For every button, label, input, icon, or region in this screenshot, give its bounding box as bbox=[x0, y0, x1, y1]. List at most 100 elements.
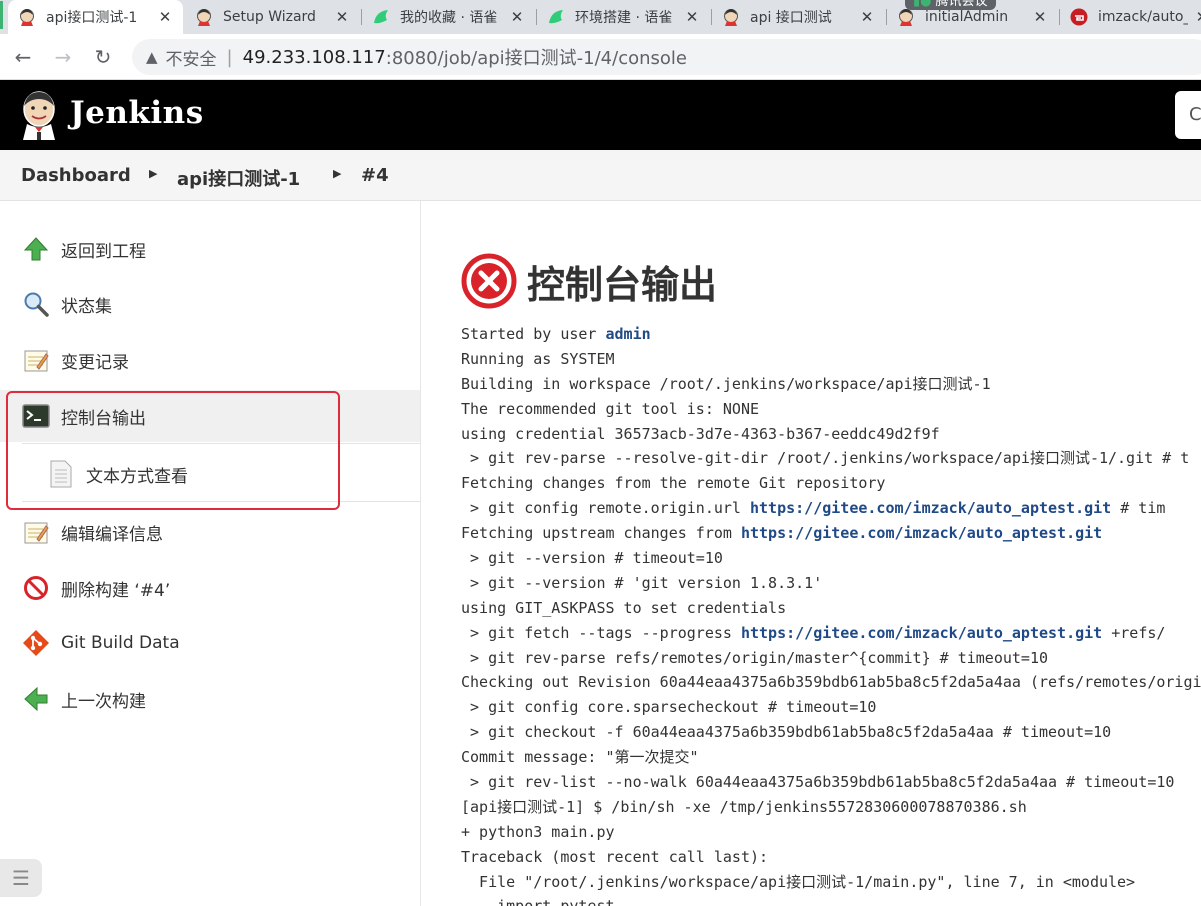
git-icon bbox=[22, 629, 50, 657]
jenkins-icon bbox=[722, 8, 740, 26]
reload-icon: ↻ bbox=[94, 45, 112, 69]
console-text: import pytest bbox=[461, 897, 614, 906]
console-text: > git --version # 'git version 1.8.3.1' bbox=[461, 573, 823, 592]
console-text: using GIT_ASKPASS to set credentials bbox=[461, 598, 787, 617]
console-text: Commit message: "第一次提交" bbox=[461, 748, 699, 767]
breadcrumb-dashboard[interactable]: Dashboard bbox=[21, 165, 131, 186]
console-line: > git --version # 'git version 1.8.3.1' bbox=[461, 571, 1201, 596]
breadcrumb-chevron-icon[interactable]: ▶ bbox=[333, 167, 341, 180]
tab-separator bbox=[361, 9, 362, 25]
console-text: > git rev-parse refs/remotes/origin/mast… bbox=[461, 648, 1048, 667]
forward-arrow-icon: → bbox=[54, 45, 72, 69]
console-text: Fetching changes from the remote Git rep… bbox=[461, 474, 886, 493]
left-arrow-icon bbox=[22, 685, 50, 713]
console-line: > git rev-parse --resolve-git-dir /root/… bbox=[461, 446, 1201, 471]
breadcrumb-chevron-icon[interactable]: ▶ bbox=[149, 167, 157, 180]
console-line: Checking out Revision 60a44eaa4375a6b359… bbox=[461, 670, 1201, 695]
console-line: > git fetch --tags --progress https://gi… bbox=[461, 621, 1201, 646]
floating-menu-widget[interactable]: ☰ bbox=[0, 859, 42, 897]
reload-button[interactable]: ↻ bbox=[88, 42, 118, 72]
sidebar-item-changes[interactable]: 变更记录 bbox=[0, 334, 420, 386]
jenkins-logo-icon[interactable] bbox=[18, 90, 60, 140]
console-line: > git --version # timeout=10 bbox=[461, 546, 1201, 571]
yuque-icon bbox=[372, 8, 390, 26]
tab-label: Setup Wizard bbox=[223, 9, 316, 25]
console-line: import pytest bbox=[461, 894, 1201, 906]
browser-tab[interactable]: api接口测试-1 ✕ bbox=[8, 0, 183, 34]
browser-tab[interactable]: Setup Wizard ✕ bbox=[185, 0, 360, 34]
close-icon[interactable]: ✕ bbox=[684, 8, 700, 26]
back-button[interactable]: ← bbox=[8, 42, 38, 72]
console-text: +refs/ bbox=[1102, 623, 1166, 642]
jenkins-icon bbox=[195, 8, 213, 26]
sidebar-item-edit-build-info[interactable]: 编辑编译信息 bbox=[0, 506, 420, 558]
console-text: using credential 36573acb-3d7e-4363-b367… bbox=[461, 424, 940, 443]
console-text: + python3 main.py bbox=[461, 822, 615, 841]
console-text: The recommended git tool is: NONE bbox=[461, 399, 760, 418]
console-text: > git rev-parse --resolve-git-dir /root/… bbox=[461, 449, 1190, 468]
breadcrumb-build[interactable]: #4 bbox=[361, 165, 389, 186]
jenkins-title[interactable]: Jenkins bbox=[70, 95, 204, 131]
browser-tab[interactable]: imzack/auto_ ✕ bbox=[1060, 0, 1201, 34]
sidebar-item-back-to-project[interactable]: 返回到工程 bbox=[0, 223, 420, 275]
sidebar-item-previous-build[interactable]: 上一次构建 bbox=[0, 673, 420, 725]
close-icon[interactable]: ✕ bbox=[509, 8, 525, 26]
console-line: File "/root/.jenkins/workspace/api接口测试-1… bbox=[461, 870, 1201, 895]
jenkins-header: Jenkins C bbox=[0, 80, 1201, 150]
console-link[interactable]: admin bbox=[606, 325, 651, 343]
console-text: > git checkout -f 60a44eaa4375a6b359bdb6… bbox=[461, 723, 1112, 742]
browser-tab[interactable]: 环境搭建 · 语雀 ✕ bbox=[537, 0, 710, 34]
breadcrumb-job[interactable]: api接口测试-1 bbox=[177, 165, 300, 191]
sidebar-item-status[interactable]: 状态集 bbox=[0, 278, 420, 330]
sidebar-item-git-build-data[interactable]: Git Build Data bbox=[0, 617, 420, 669]
console-link[interactable]: https://gitee.com/imzack/auto_aptest.git bbox=[741, 624, 1102, 642]
jenkins-icon bbox=[18, 8, 36, 26]
console-text: > git config core.sparsecheckout # timeo… bbox=[461, 698, 877, 717]
console-text: Fetching upstream changes from bbox=[461, 524, 741, 543]
console-text: # tim bbox=[1111, 499, 1166, 518]
console-line: The recommended git tool is: NONE bbox=[461, 397, 1201, 422]
console-text: Checking out Revision 60a44eaa4375a6b359… bbox=[461, 673, 1201, 692]
gitee-icon bbox=[1070, 8, 1088, 26]
page-title: 控制台输出 bbox=[527, 262, 718, 307]
console-line: > git config core.sparsecheckout # timeo… bbox=[461, 695, 1201, 720]
console-text: > git fetch --tags --progress bbox=[461, 623, 741, 642]
console-line: Building in workspace /root/.jenkins/wor… bbox=[461, 372, 1201, 397]
tab-label: initialAdmin bbox=[925, 9, 1009, 25]
forward-button[interactable]: → bbox=[48, 42, 78, 72]
console-line: > git checkout -f 60a44eaa4375a6b359bdb6… bbox=[461, 720, 1201, 745]
console-line: Running as SYSTEM bbox=[461, 347, 1201, 372]
search-box[interactable]: C bbox=[1175, 91, 1201, 139]
console-text: Building in workspace /root/.jenkins/wor… bbox=[461, 374, 991, 393]
console-link[interactable]: https://gitee.com/imzack/auto_aptest.git bbox=[741, 524, 1102, 542]
close-icon[interactable]: ✕ bbox=[1194, 8, 1201, 26]
browser-tab[interactable]: 我的收藏 · 语雀 ✕ bbox=[362, 0, 535, 34]
console-text: Started by user bbox=[461, 325, 606, 343]
sidebar-item-label: 上一次构建 bbox=[61, 691, 146, 712]
url-path: :8080/job/api接口测试-1/4/console bbox=[385, 48, 687, 69]
meeting-overlay: ▮● 腾讯会议 bbox=[905, 0, 996, 10]
page-heading: 控制台输出 bbox=[461, 253, 717, 309]
sidebar-item-label: 编辑编译信息 bbox=[61, 524, 163, 545]
console-line: Commit message: "第一次提交" bbox=[461, 745, 1201, 770]
failed-icon bbox=[461, 253, 517, 309]
console-text: File "/root/.jenkins/workspace/api接口测试-1… bbox=[461, 872, 1136, 891]
up-arrow-icon bbox=[22, 235, 50, 263]
console-text: > git --version # timeout=10 bbox=[461, 549, 723, 568]
warning-triangle-icon: ▲ bbox=[146, 48, 158, 66]
console-line: > git rev-list --no-walk 60a44eaa4375a6b… bbox=[461, 770, 1201, 795]
close-icon[interactable]: ✕ bbox=[157, 8, 173, 26]
console-link[interactable]: https://gitee.com/imzack/auto_aptest.git bbox=[750, 499, 1111, 517]
sidebar-item-delete-build[interactable]: 删除构建 ‘#4’ bbox=[0, 562, 420, 614]
back-arrow-icon: ← bbox=[14, 45, 32, 69]
close-icon[interactable]: ✕ bbox=[859, 8, 875, 26]
console-line: [api接口测试-1] $ /bin/sh -xe /tmp/jenkins55… bbox=[461, 795, 1201, 820]
console-line: + python3 main.py bbox=[461, 820, 1201, 845]
address-bar[interactable]: ▲ 不安全 | 49.233.108.117 :8080/job/api接口测试… bbox=[132, 39, 1201, 75]
close-icon[interactable]: ✕ bbox=[1032, 8, 1048, 26]
close-icon[interactable]: ✕ bbox=[334, 8, 350, 26]
tab-separator bbox=[1059, 9, 1060, 25]
notepad-icon bbox=[22, 518, 50, 546]
browser-tab[interactable]: api 接口测试 ✕ bbox=[712, 0, 885, 34]
notepad-icon bbox=[22, 346, 50, 374]
